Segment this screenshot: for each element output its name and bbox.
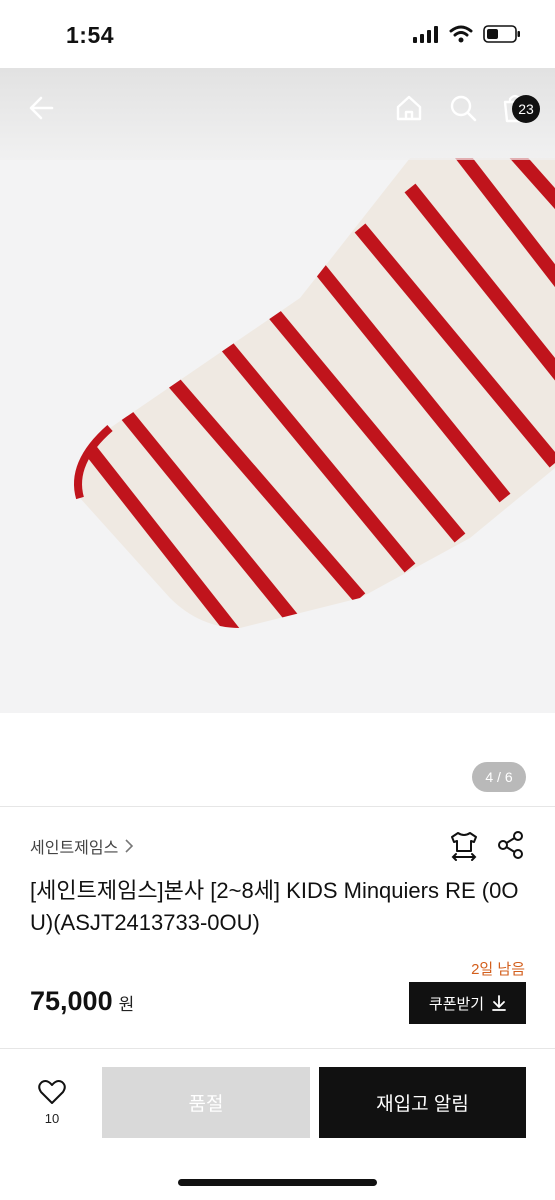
restock-alert-button[interactable]: 재입고 알림	[319, 1067, 526, 1138]
brand-link[interactable]: 세인트제임스	[30, 834, 134, 858]
price-row: 75,000 원	[30, 986, 134, 1017]
gallery-footer: 4 / 6	[0, 713, 555, 807]
battery-icon	[483, 25, 520, 43]
like-button[interactable]: 10	[32, 1079, 72, 1126]
back-button[interactable]	[20, 86, 64, 130]
bottom-action-bar: 10 품절 재입고 알림	[0, 1048, 555, 1200]
status-bar: 1:54	[0, 0, 555, 68]
home-indicator	[178, 1179, 377, 1186]
image-pager: 4 / 6	[472, 762, 526, 792]
search-button[interactable]	[441, 86, 485, 130]
brand-name: 세인트제임스	[30, 840, 119, 857]
status-time: 1:54	[66, 22, 115, 48]
heart-icon	[38, 1080, 66, 1104]
signal-icon	[413, 26, 438, 43]
wifi-icon	[449, 25, 473, 43]
size-guide-icon[interactable]	[449, 830, 479, 862]
divider	[0, 806, 555, 807]
striped-sleeve-image	[74, 158, 555, 628]
price-unit: 원	[118, 995, 135, 1014]
chevron-right-icon	[125, 839, 134, 853]
top-navigation	[0, 68, 555, 160]
product-price: 75,000	[30, 986, 113, 1016]
product-actions	[449, 830, 525, 862]
product-image[interactable]	[0, 68, 555, 713]
like-count: 10	[44, 1111, 60, 1126]
home-icon	[396, 95, 422, 121]
status-icons	[413, 24, 521, 44]
search-icon	[450, 95, 477, 122]
download-icon	[492, 995, 506, 1011]
share-icon[interactable]	[497, 830, 525, 860]
back-arrow-icon	[29, 96, 54, 120]
coupon-button-label: 쿠폰받기	[428, 995, 485, 1013]
coupon-remaining-days: 2일 남음	[471, 961, 525, 978]
product-title: [세인트제임스]본사 [2~8세] KIDS Minquiers RE (0OU…	[30, 878, 519, 935]
cart-count-badge: 23	[512, 95, 540, 123]
coupon-download-button[interactable]: 쿠폰받기	[409, 982, 526, 1024]
home-button[interactable]	[387, 86, 431, 130]
soldout-button: 품절	[102, 1067, 310, 1138]
